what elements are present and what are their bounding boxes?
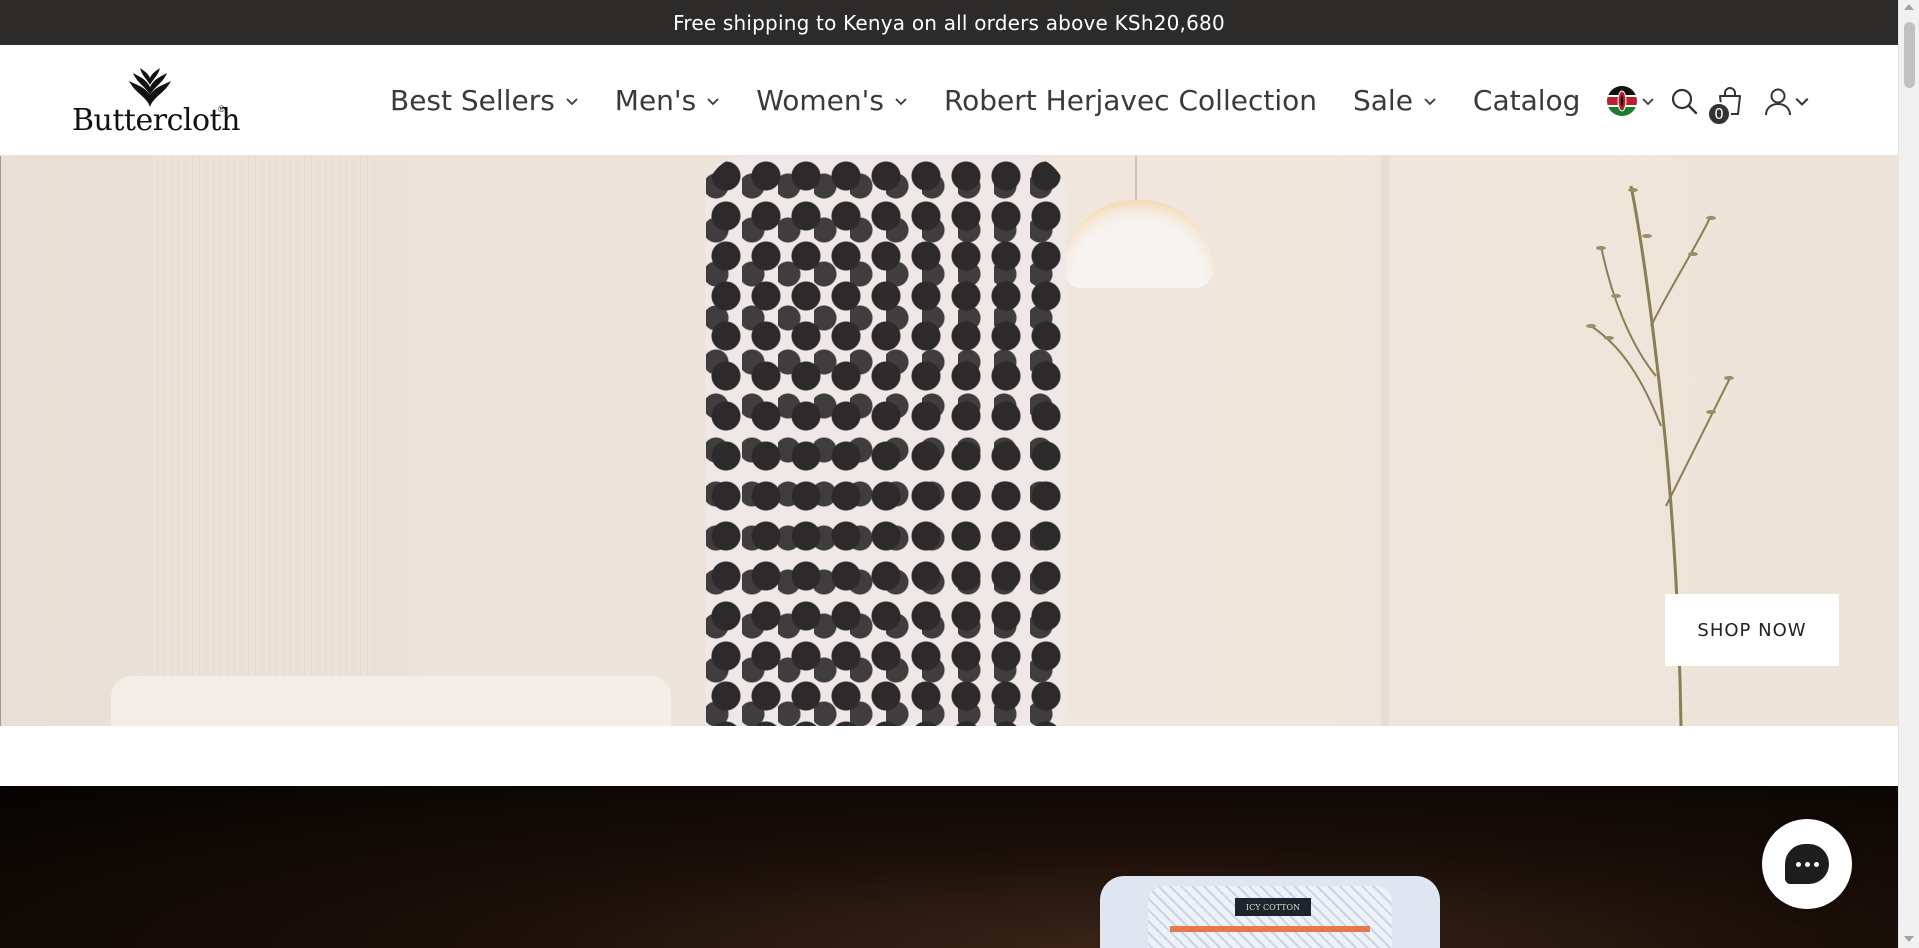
nav-item-womens[interactable]: Women's <box>756 84 908 117</box>
user-icon <box>1765 88 1791 115</box>
nav-label: Sale <box>1352 84 1413 117</box>
logo-mark-icon <box>129 68 171 107</box>
scroll-thumb[interactable] <box>1904 22 1915 88</box>
cart-count-badge: 0 <box>1707 101 1731 126</box>
kenya-flag-icon <box>1607 85 1637 116</box>
shirt-inner-pattern <box>1148 886 1392 948</box>
hero-lamp <box>1063 200 1213 288</box>
shirt-stripe <box>1170 926 1370 932</box>
search-icon <box>1671 88 1698 114</box>
hero-lamp-cord <box>1135 156 1137 202</box>
shop-now-button[interactable]: SHOP NOW <box>1665 594 1839 666</box>
nav-label: Robert Herjavec Collection <box>943 84 1317 117</box>
hero-model-dress <box>706 156 1066 726</box>
nav-label: Catalog <box>1472 84 1581 117</box>
header-actions: 0 <box>1607 45 1813 156</box>
scroll-down-icon[interactable] <box>1904 936 1914 942</box>
logo-text: Buttercloth <box>72 103 240 138</box>
hero-couch <box>111 676 671 726</box>
announcement-bar: Free shipping to Kenya on all orders abo… <box>0 0 1898 45</box>
main-nav: Best Sellers Men's Women's Robert Herjav… <box>390 45 1580 156</box>
announcement-text: Free shipping to Kenya on all orders abo… <box>673 10 1225 35</box>
chevron-down-icon <box>707 97 719 105</box>
hero-pole <box>1381 156 1389 726</box>
nav-item-catalog[interactable]: Catalog <box>1473 84 1581 117</box>
nav-item-mens[interactable]: Men's <box>615 84 720 117</box>
chevron-down-icon <box>1424 97 1436 105</box>
chat-icon <box>1785 844 1829 884</box>
hero-wall-panel <box>151 156 381 726</box>
nav-item-sale[interactable]: Sale <box>1353 84 1437 117</box>
chevron-down-icon <box>1795 97 1809 106</box>
chevron-down-icon <box>566 97 578 105</box>
shop-now-label: SHOP NOW <box>1697 619 1807 641</box>
logo[interactable]: Buttercloth ® <box>72 67 240 138</box>
scroll-up-icon[interactable] <box>1904 4 1914 10</box>
chevron-down-icon <box>895 97 907 105</box>
search-button[interactable] <box>1667 84 1701 118</box>
page-scrollbar[interactable] <box>1898 0 1919 948</box>
chevron-down-icon <box>1642 97 1654 105</box>
site-header: Buttercloth ® Best Sellers Men's Women's… <box>0 45 1898 156</box>
chat-button[interactable] <box>1762 819 1852 909</box>
shirt-label-text: ICY COTTON <box>1245 902 1301 912</box>
nav-item-robert-herjavec[interactable]: Robert Herjavec Collection <box>944 84 1317 117</box>
shirt-label: ICY COTTON <box>1235 898 1311 916</box>
promo-banner: ICY COTTON <box>0 786 1898 948</box>
nav-label: Women's <box>756 84 884 117</box>
account-button[interactable] <box>1759 84 1813 118</box>
cart-button[interactable]: 0 <box>1707 84 1747 126</box>
nav-label: Men's <box>614 84 697 117</box>
country-selector[interactable] <box>1607 85 1655 116</box>
hero-banner: SHOP NOW <box>0 156 1898 726</box>
nav-label: Best Sellers <box>390 84 555 117</box>
nav-item-best-sellers[interactable]: Best Sellers <box>390 84 579 117</box>
registered-mark: ® <box>218 104 225 114</box>
